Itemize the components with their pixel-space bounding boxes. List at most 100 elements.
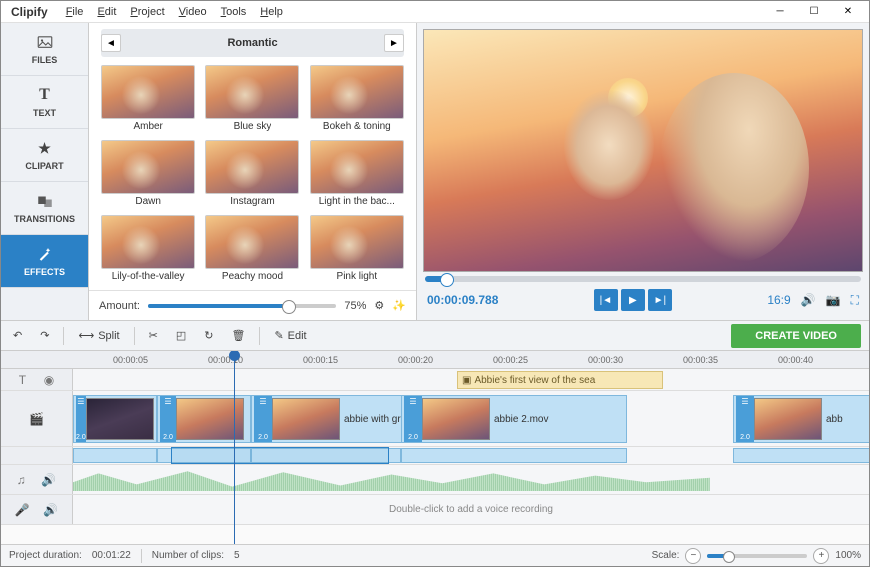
clip-label: abbie 2.mov [494, 414, 548, 425]
redo-button[interactable]: ↷ [36, 327, 53, 344]
text-clip[interactable]: ▣ Abbie's first view of the sea [457, 371, 663, 389]
zoom-out-button[interactable]: − [685, 548, 701, 564]
voice-volume-icon[interactable]: 🔊 [43, 503, 58, 517]
sidebar-tab-transitions[interactable]: TRANSITIONS [1, 182, 88, 235]
split-button[interactable]: ⟷Split [74, 327, 123, 344]
menu-edit[interactable]: Edit [97, 6, 116, 18]
cut-button[interactable]: ✂ [145, 327, 162, 344]
minimize-button[interactable]: ─ [763, 2, 797, 22]
transition-handle[interactable]: 2.0 [254, 395, 272, 443]
maximize-button[interactable]: ☐ [797, 2, 831, 22]
zoom-in-button[interactable]: + [813, 548, 829, 564]
effect-thumb[interactable]: Instagram [203, 140, 301, 211]
effect-thumb-image [205, 215, 299, 269]
clips-label: Number of clips: [152, 550, 224, 561]
effect-thumb-label: Peachy mood [222, 271, 283, 282]
overview-segment[interactable] [401, 448, 627, 463]
effect-thumb-image [310, 140, 404, 194]
scale-control: Scale: − + 100% [652, 548, 861, 564]
upper-region: FILES T TEXT ★ CLIPART TRANSITIONS EFFEC… [1, 23, 869, 321]
playhead[interactable] [234, 351, 235, 544]
edit-button[interactable]: ✎Edit [270, 327, 310, 344]
create-video-button[interactable]: CREATE VIDEO [731, 324, 861, 348]
sidebar-tab-text[interactable]: T TEXT [1, 76, 88, 129]
effect-thumb[interactable]: Amber [99, 65, 197, 136]
effect-thumb-image [205, 65, 299, 119]
audio-waveform[interactable] [73, 469, 710, 491]
wand-icon [36, 245, 54, 263]
effect-thumb[interactable]: Dawn [99, 140, 197, 211]
scale-label: Scale: [652, 550, 680, 561]
crop-button[interactable]: ◰ [172, 327, 190, 344]
video-clip[interactable]: 2.0 abbie 2.mov [401, 395, 627, 443]
transition-handle[interactable]: 2.0 [76, 395, 86, 443]
menu-help[interactable]: Help [260, 6, 283, 18]
rotate-button[interactable]: ↻ [200, 327, 217, 344]
clip-label: abb [826, 414, 843, 425]
category-next-button[interactable]: ► [384, 34, 404, 52]
preview-seek-slider[interactable] [425, 276, 861, 282]
transition-handle[interactable]: 2.0 [404, 395, 422, 443]
aspect-ratio-label[interactable]: 16:9 [767, 293, 790, 307]
effect-thumb-label: Dawn [135, 196, 161, 207]
audio-track-body[interactable] [73, 465, 869, 494]
video-overview-body[interactable] [73, 447, 869, 464]
effect-thumb-image [101, 140, 195, 194]
menu-video[interactable]: Video [179, 6, 207, 18]
play-button[interactable]: ▶ [621, 289, 645, 311]
edit-icon: ✎ [274, 329, 283, 342]
audio-volume-icon[interactable]: 🔊 [41, 473, 56, 487]
close-button[interactable]: ✕ [831, 2, 865, 22]
voice-track: 🎤 🔊 Double-click to add a voice recordin… [1, 495, 869, 525]
settings-icon[interactable]: ⚙ [374, 299, 384, 312]
preview-canvas[interactable] [423, 29, 863, 272]
effect-thumb-label: Instagram [230, 196, 274, 207]
overview-selection[interactable] [171, 447, 389, 464]
visibility-icon[interactable]: ◉ [44, 373, 54, 387]
effect-thumb-image [205, 140, 299, 194]
voice-track-body[interactable]: Double-click to add a voice recording [73, 495, 869, 524]
effect-thumb[interactable]: Light in the bac... [308, 140, 406, 211]
category-prev-button[interactable]: ◄ [101, 34, 121, 52]
text-track-head: T ◉ [1, 369, 73, 390]
mic-icon: 🎤 [15, 503, 30, 517]
video-clip[interactable]: 2.0 [73, 395, 157, 443]
menu-file[interactable]: File [66, 6, 84, 18]
menu-project[interactable]: Project [130, 6, 164, 18]
transition-handle[interactable]: 2.0 [160, 395, 176, 443]
undo-button[interactable]: ↶ [9, 327, 26, 344]
delete-button[interactable]: 🗑 [227, 327, 249, 344]
wand-icon[interactable]: ✨ [392, 299, 406, 312]
sidebar-tab-effects[interactable]: EFFECTS [1, 235, 88, 288]
snapshot-icon[interactable]: 📷 [826, 293, 841, 307]
video-clip[interactable]: 2.0 [157, 395, 251, 443]
star-icon: ★ [38, 140, 51, 157]
sidebar-tab-files[interactable]: FILES [1, 23, 88, 76]
scale-slider[interactable] [707, 554, 807, 558]
transitions-icon [36, 192, 54, 210]
menu-tools[interactable]: Tools [221, 6, 247, 18]
video-track-body[interactable]: 2.02.02.0abbie with grandma.mov2.0abbie … [73, 391, 869, 446]
amount-slider[interactable] [148, 304, 336, 308]
volume-icon[interactable]: 🔊 [801, 293, 816, 307]
text-track-body[interactable]: ▣ Abbie's first view of the sea [73, 369, 869, 390]
effect-thumb-image [310, 65, 404, 119]
next-frame-button[interactable]: ►| [648, 289, 672, 311]
prev-frame-button[interactable]: |◄ [594, 289, 618, 311]
timeline-ruler[interactable]: 00:00:0500:00:1000:00:1500:00:2000:00:25… [1, 351, 869, 369]
overview-segment[interactable] [73, 448, 157, 463]
video-clip[interactable]: 2.0 abb [733, 395, 869, 443]
effect-thumb[interactable]: Pink light [308, 215, 406, 286]
transition-handle[interactable]: 2.0 [736, 395, 754, 443]
fullscreen-icon[interactable]: ⛶ [851, 293, 859, 308]
sidebar-label: CLIPART [25, 161, 63, 171]
sidebar-tab-clipart[interactable]: ★ CLIPART [1, 129, 88, 182]
effect-thumb[interactable]: Bokeh & toning [308, 65, 406, 136]
sidebar-label: TRANSITIONS [14, 214, 75, 224]
effect-thumb[interactable]: Peachy mood [203, 215, 301, 286]
sidebar: FILES T TEXT ★ CLIPART TRANSITIONS EFFEC… [1, 23, 89, 320]
overview-segment[interactable] [733, 448, 869, 463]
clip-thumbnail [86, 398, 154, 440]
effect-thumb[interactable]: Blue sky [203, 65, 301, 136]
effect-thumb[interactable]: Lily-of-the-valley [99, 215, 197, 286]
